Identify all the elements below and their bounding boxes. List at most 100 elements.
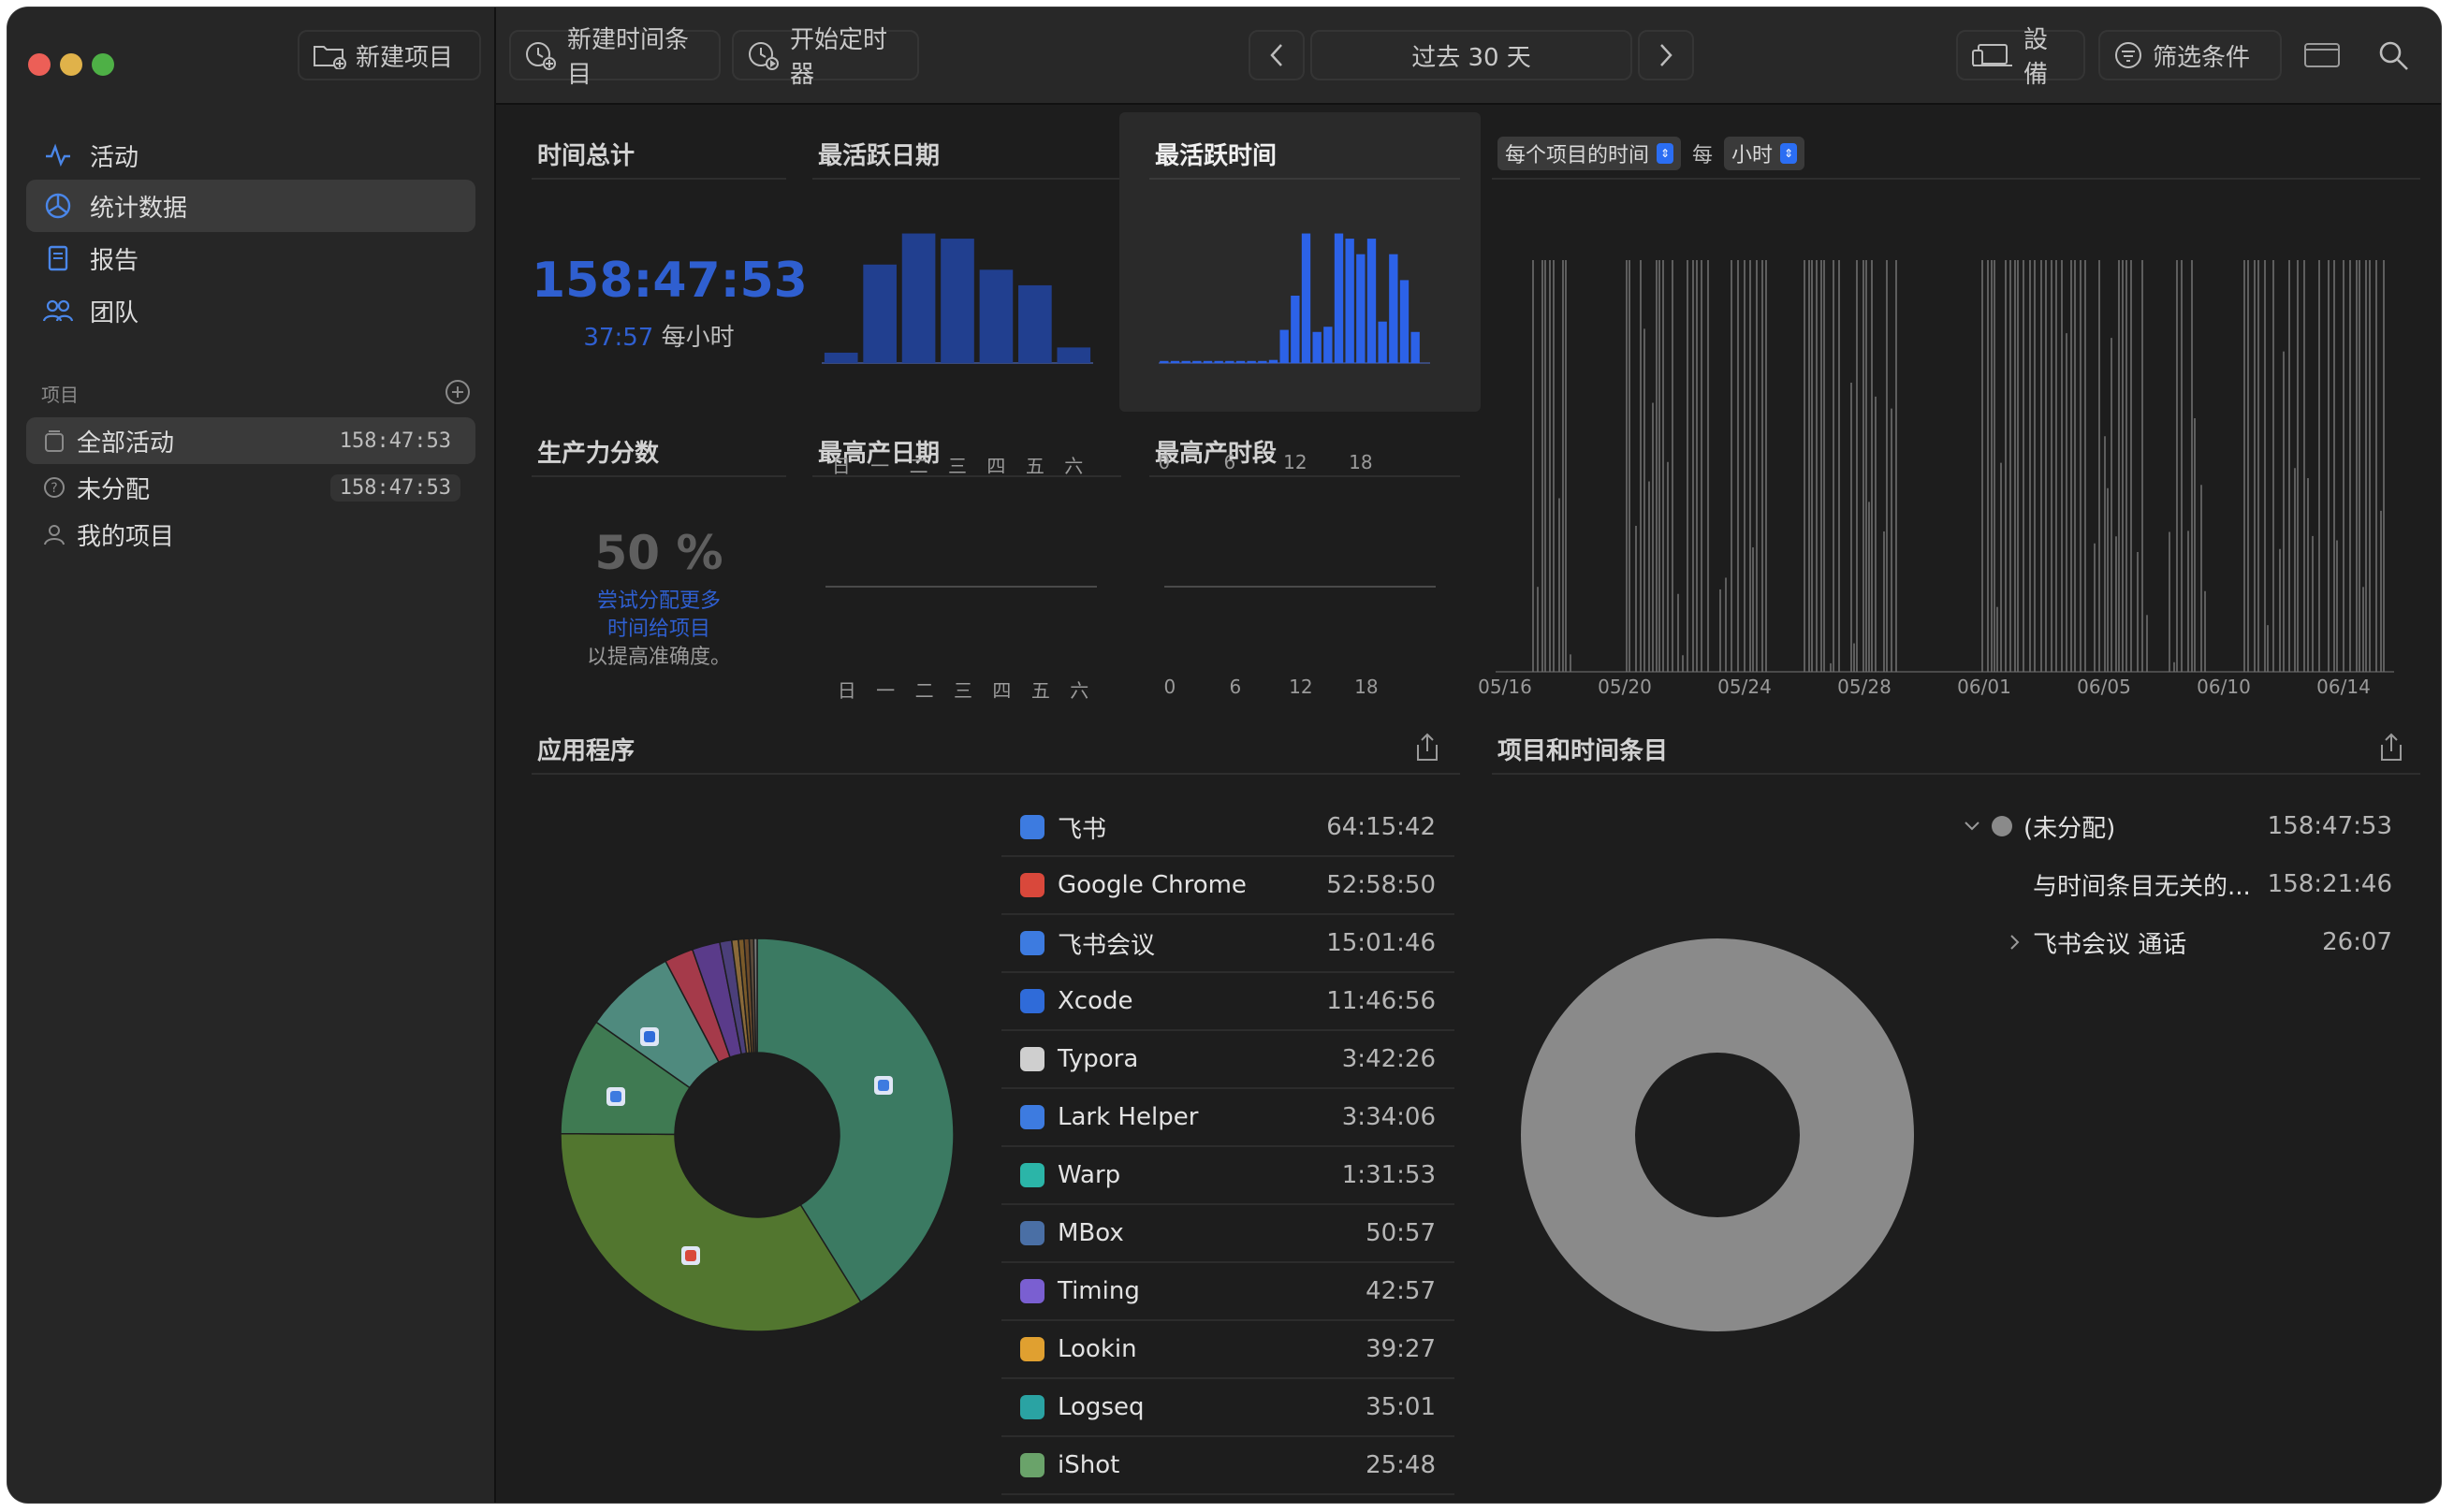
app-name: Xcode: [1058, 987, 1133, 1015]
team-icon: [41, 294, 75, 327]
app-row[interactable]: Typora 3:42:26: [1001, 1031, 1454, 1089]
projects-share-button[interactable]: [2377, 732, 2405, 767]
bar-hour-6: [1225, 360, 1234, 363]
app-icon: [1020, 873, 1044, 897]
hint-link-2[interactable]: 时间给项目: [532, 616, 786, 644]
project-row-unassigned[interactable]: (未分配) 158:47:53: [1962, 797, 2411, 855]
sidebar-item-stats[interactable]: 统计数据: [26, 180, 475, 232]
slice-Google Chrome[interactable]: [560, 1132, 862, 1332]
timeline-unit-select[interactable]: 小时 ⇕: [1724, 137, 1805, 170]
most-active-time-chart: [1159, 233, 1430, 364]
slice-(未分配)[interactable]: [1521, 938, 1914, 1331]
most-active-time-title: 最活跃时间: [1155, 142, 1278, 170]
bar-hour-3: [1192, 360, 1202, 363]
project-row-label: (未分配): [2023, 814, 2116, 843]
bar-hour-21: [1389, 254, 1398, 363]
bar-二: [901, 233, 936, 363]
app-row[interactable]: Xcode 11:46:56: [1001, 973, 1454, 1031]
bar-hour-16: [1334, 233, 1344, 363]
zoom-window-button[interactable]: [92, 53, 114, 76]
search-icon: [2379, 41, 2408, 70]
close-window-button[interactable]: [28, 53, 51, 76]
chevron-down-icon: [1965, 821, 1979, 831]
app-duration: 1:31:53: [1341, 1161, 1436, 1189]
devices-button[interactable]: 設備: [1956, 26, 2085, 89]
app-row[interactable]: MBox 50:57: [1001, 1205, 1454, 1263]
entry-row-feishu-call[interactable]: 飞书会议 通话 26:07: [2005, 913, 2411, 971]
filter-icon: [2115, 42, 2141, 68]
period-selector[interactable]: 过去 30 天: [1310, 30, 1632, 80]
next-period-button[interactable]: [1638, 30, 1694, 80]
app-row[interactable]: 飞书会议 15:01:46: [1001, 915, 1454, 973]
new-project-button[interactable]: 新建项目: [298, 30, 481, 80]
sidebar-item-reports[interactable]: 报告: [26, 232, 475, 284]
project-label: 未分配: [77, 475, 151, 504]
app-name: Warp: [1058, 1161, 1121, 1189]
filter-button[interactable]: 筛选条件: [2098, 30, 2282, 80]
bar-六: [1057, 347, 1091, 363]
divider: [532, 178, 786, 180]
sidebar-item-label: 统计数据: [90, 194, 188, 223]
projects-pie-chart: [1521, 938, 1914, 1331]
toggle-panel-button[interactable]: [2293, 30, 2351, 80]
project-all-activities[interactable]: 全部活动 158:47:53: [26, 417, 475, 464]
app-row[interactable]: Warp 1:31:53: [1001, 1147, 1454, 1205]
hour-tick: 0: [1158, 451, 1171, 473]
per-hour-label: 每小时: [661, 324, 735, 352]
timeline-date-tick: 05/20: [1598, 676, 1652, 698]
productivity-hint: 尝试分配更多 时间给项目 以提高准确度。: [532, 588, 786, 672]
total-time-title: 时间总计: [537, 142, 635, 170]
app-name: MBox: [1058, 1219, 1124, 1247]
apps-share-button[interactable]: [1413, 732, 1441, 767]
bar-hour-19: [1366, 239, 1377, 363]
divider: [1149, 178, 1460, 180]
app-row[interactable]: Lark Helper 3:34:06: [1001, 1089, 1454, 1147]
app-name: Lark Helper: [1058, 1103, 1199, 1131]
sidebar-item-activity[interactable]: 活动: [26, 129, 475, 182]
app-row[interactable]: Logseq 35:01: [1001, 1379, 1454, 1437]
app-row[interactable]: Google Chrome 52:58:50: [1001, 857, 1454, 915]
app-icon: [1020, 1395, 1044, 1419]
new-project-label: 新建项目: [356, 43, 454, 72]
app-icon: [1020, 1279, 1044, 1303]
new-time-entry-button[interactable]: 新建时间条目: [509, 26, 721, 89]
clock-plus-icon: [526, 42, 556, 70]
sidebar-item-team[interactable]: 团队: [26, 284, 475, 337]
app-row[interactable]: Lookin 39:27: [1001, 1321, 1454, 1379]
entry-row-unrelated[interactable]: 与时间条目无关的... 158:21:46: [2033, 855, 2411, 913]
bar-五: [1018, 284, 1052, 363]
app-row[interactable]: 飞书 64:15:42: [1001, 799, 1454, 857]
previous-period-button[interactable]: [1249, 30, 1305, 80]
app-name: 飞书: [1058, 815, 1107, 844]
clock-play-icon: [749, 42, 779, 70]
entry-row-time: 26:07: [2322, 928, 2392, 956]
app-icon: [1020, 1453, 1044, 1477]
project-color-dot: [1992, 816, 2012, 836]
app-icon: [1020, 1047, 1044, 1071]
project-my-projects[interactable]: 我的项目: [26, 511, 475, 558]
timeline-date-tick: 06/14: [2316, 676, 2371, 698]
app-duration: 52:58:50: [1326, 871, 1436, 899]
bar-hour-13: [1301, 233, 1311, 363]
search-button[interactable]: [2377, 39, 2411, 77]
add-project-button[interactable]: [444, 378, 472, 410]
feishu-meeting-slice-icon: [606, 1087, 625, 1106]
bar-hour-18: [1356, 254, 1366, 363]
app-row[interactable]: Timing 42:57: [1001, 1263, 1454, 1321]
most-active-day-chart: [822, 233, 1093, 364]
app-row[interactable]: iShot 25:48: [1001, 1437, 1454, 1495]
bar-hour-12: [1291, 296, 1300, 363]
bar-hour-2: [1181, 360, 1190, 363]
timeline-date-tick: 05/28: [1837, 676, 1892, 698]
feishu-slice-icon: [874, 1076, 893, 1095]
chevron-right-icon: [2010, 935, 2020, 950]
minimize-window-button[interactable]: [60, 53, 82, 76]
hint-link-1[interactable]: 尝试分配更多: [532, 588, 786, 616]
timeline-metric-select[interactable]: 每个项目的时间 ⇕: [1497, 137, 1682, 170]
productive-hour-tick: 12: [1289, 676, 1313, 698]
per-hour-line: 37:57 每小时: [532, 318, 786, 353]
project-unassigned[interactable]: ? 未分配 158:47:53: [26, 464, 475, 511]
productive-time-baseline: [1164, 586, 1436, 588]
start-timer-button[interactable]: 开始定时器: [732, 26, 919, 89]
bar-hour-10: [1268, 359, 1278, 363]
